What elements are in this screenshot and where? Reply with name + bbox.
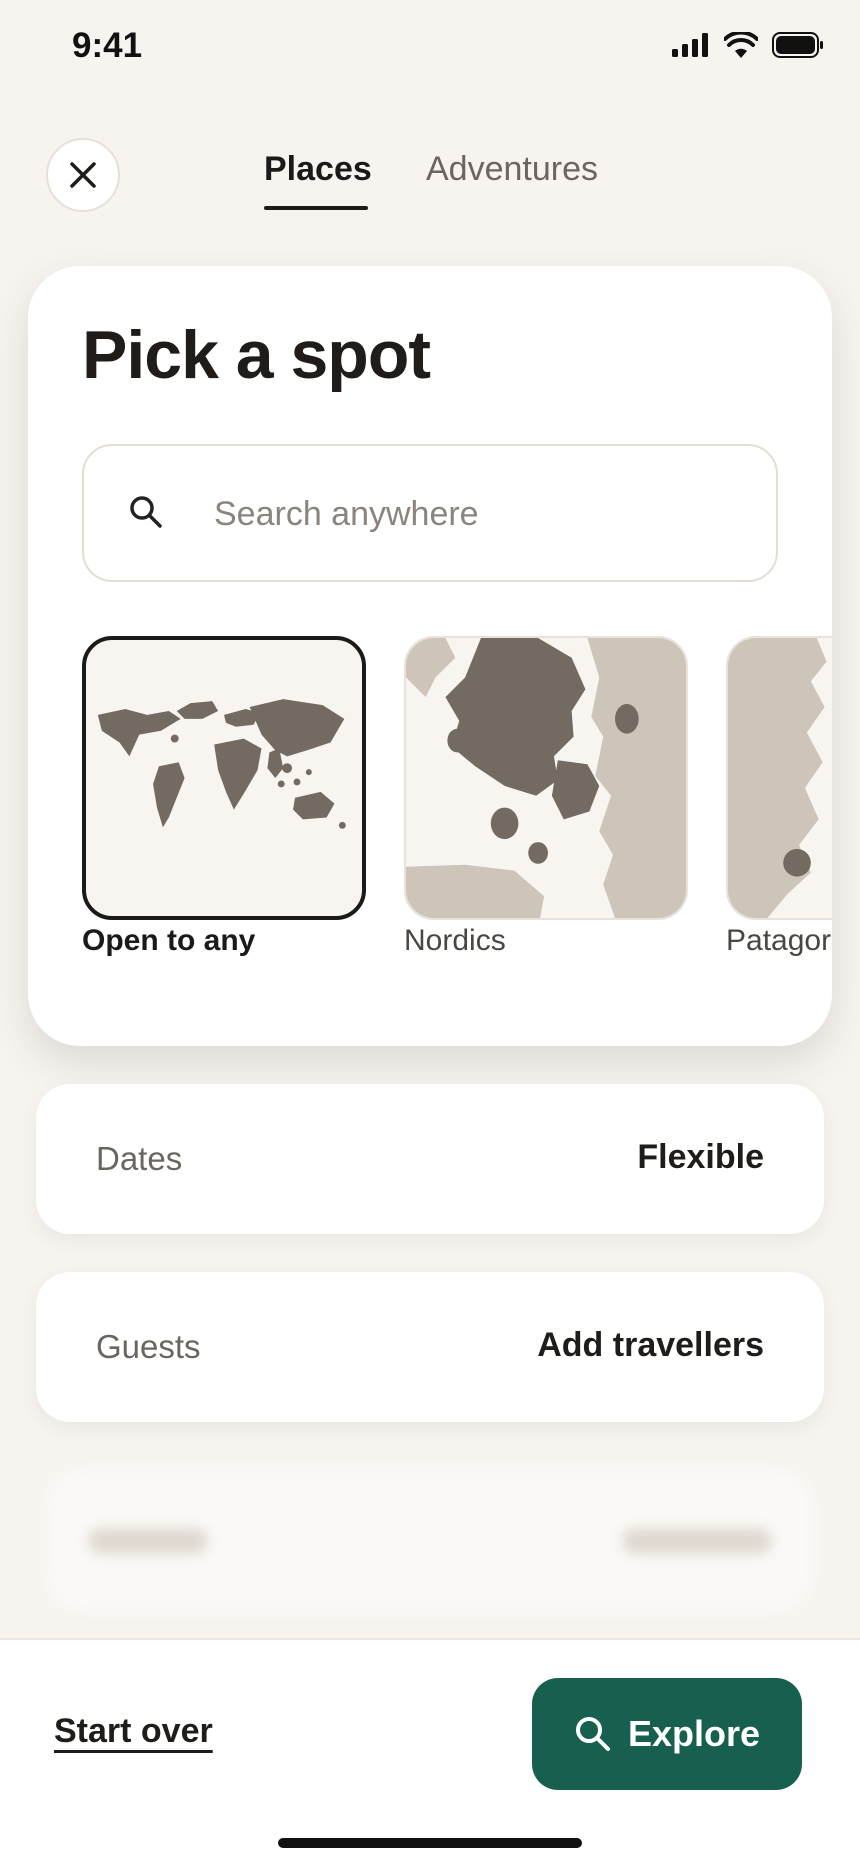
- status-time: 9:41: [72, 26, 143, 65]
- region-label: Patagor: [726, 924, 832, 957]
- region-open-to-any[interactable]: Open to any: [82, 636, 366, 958]
- search-field[interactable]: [82, 444, 778, 582]
- world-map-icon: [97, 699, 346, 829]
- bottom-action-bar: Start over Explore: [0, 1638, 860, 1864]
- region-label: Nordics: [404, 924, 506, 957]
- status-bar: 9:41: [0, 0, 860, 100]
- blurred-value: [622, 1528, 772, 1554]
- blurred-row: [48, 1470, 812, 1610]
- region-patagonia[interactable]: Patagor: [726, 636, 832, 958]
- blurred-label: [88, 1528, 208, 1554]
- place-picker-card: Pick a spot Search anywhere Open to any …: [28, 266, 832, 1046]
- nordics-map-icon: [406, 638, 686, 918]
- tab-adventures[interactable]: Adventures: [426, 150, 598, 189]
- dates-row[interactable]: Dates Flexible: [36, 1084, 824, 1234]
- explore-button[interactable]: Explore: [532, 1678, 802, 1790]
- region-tile: [404, 636, 688, 920]
- battery-icon: [772, 32, 823, 58]
- signal-icon: [672, 33, 708, 57]
- start-over-link[interactable]: Start over: [54, 1712, 213, 1751]
- home-indicator: [278, 1838, 582, 1848]
- explore-label: Explore: [627, 1713, 761, 1754]
- tab-bar: Places Adventures: [0, 150, 860, 220]
- page-title: Pick a spot: [82, 317, 431, 393]
- region-nordics[interactable]: Nordics: [404, 636, 688, 958]
- guests-label: Guests: [96, 1328, 201, 1365]
- dates-label: Dates: [96, 1140, 183, 1177]
- search-icon: [575, 1717, 610, 1751]
- guests-value: Add travellers: [537, 1326, 764, 1364]
- guests-row[interactable]: Guests Add travellers: [36, 1272, 824, 1422]
- dates-value: Flexible: [637, 1138, 764, 1176]
- region-label: Open to any: [82, 924, 256, 957]
- search-icon: [128, 494, 164, 535]
- region-tile: [726, 636, 832, 920]
- wifi-icon: [724, 32, 758, 58]
- active-tab-indicator: [264, 206, 368, 210]
- patagonia-map-icon: [728, 638, 832, 918]
- region-tile: [82, 636, 366, 920]
- status-icons: [672, 32, 824, 58]
- tab-places[interactable]: Places: [264, 150, 372, 189]
- region-carousel: Open to any Nordics Patagor: [82, 636, 832, 966]
- search-input[interactable]: [214, 482, 734, 546]
